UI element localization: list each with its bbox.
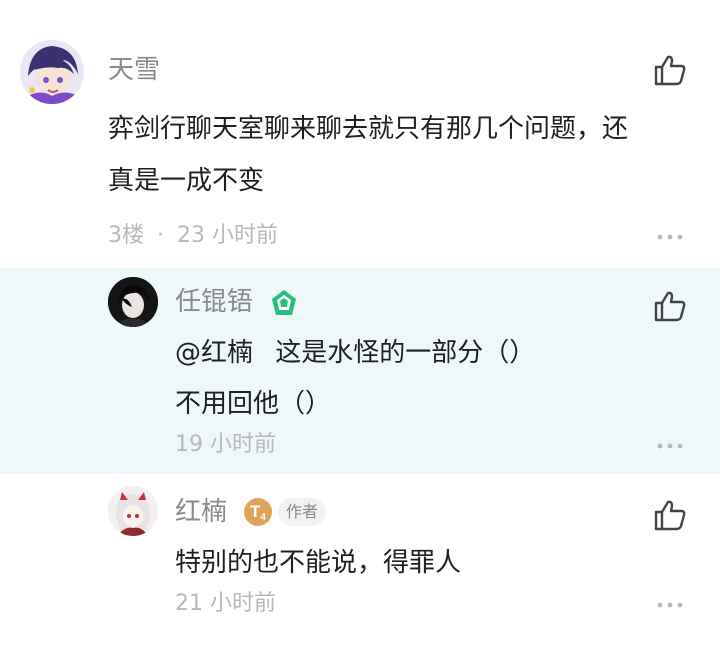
comment-time: 23 小时前 — [177, 223, 278, 248]
more-icon[interactable] — [657, 233, 683, 241]
avatar-image — [20, 40, 84, 104]
reply-text-line: @红楠 这是水怪的一部分（） — [175, 337, 535, 369]
avatar-image — [108, 486, 158, 536]
avatar[interactable] — [108, 486, 158, 536]
comment-username[interactable]: 天雪 — [108, 54, 160, 86]
author-tag: 作者 — [278, 498, 327, 526]
comment-text-line: 真是一成不变 — [108, 166, 265, 196]
reply-time: 19 小时前 — [175, 432, 276, 457]
reply-text-line: 特别的也不能说，得罪人 — [175, 548, 462, 578]
level-badge: T4 — [244, 498, 272, 526]
meta-separator: · — [157, 223, 164, 248]
more-icon[interactable] — [657, 601, 683, 609]
reply-text-line: 不用回他（） — [175, 389, 332, 419]
reply-time: 21 小时前 — [175, 591, 276, 616]
verified-badge-icon — [272, 290, 296, 315]
reply-username[interactable]: 红楠 — [175, 496, 227, 528]
thumbs-up-icon[interactable] — [653, 498, 687, 532]
mention-link[interactable]: @红楠 — [175, 338, 253, 368]
reply-text: 这是水怪的一部分（） — [275, 338, 536, 368]
level-badge-number: 4 — [260, 512, 266, 523]
avatar[interactable] — [20, 40, 84, 104]
avatar[interactable] — [108, 277, 158, 327]
comment-text-line: 弈剑行聊天室聊来聊去就只有那几个问题，还 — [108, 114, 629, 144]
avatar-image — [108, 277, 158, 327]
comment-meta: 3楼 · 23 小时前 — [108, 222, 278, 250]
level-badge-letter: T — [250, 502, 261, 521]
more-icon[interactable] — [657, 442, 683, 450]
thumbs-up-icon[interactable] — [653, 53, 687, 87]
comment-floor: 3楼 — [108, 223, 144, 248]
thumbs-up-icon[interactable] — [653, 289, 687, 323]
reply-username[interactable]: 任锟铻 — [175, 286, 253, 318]
